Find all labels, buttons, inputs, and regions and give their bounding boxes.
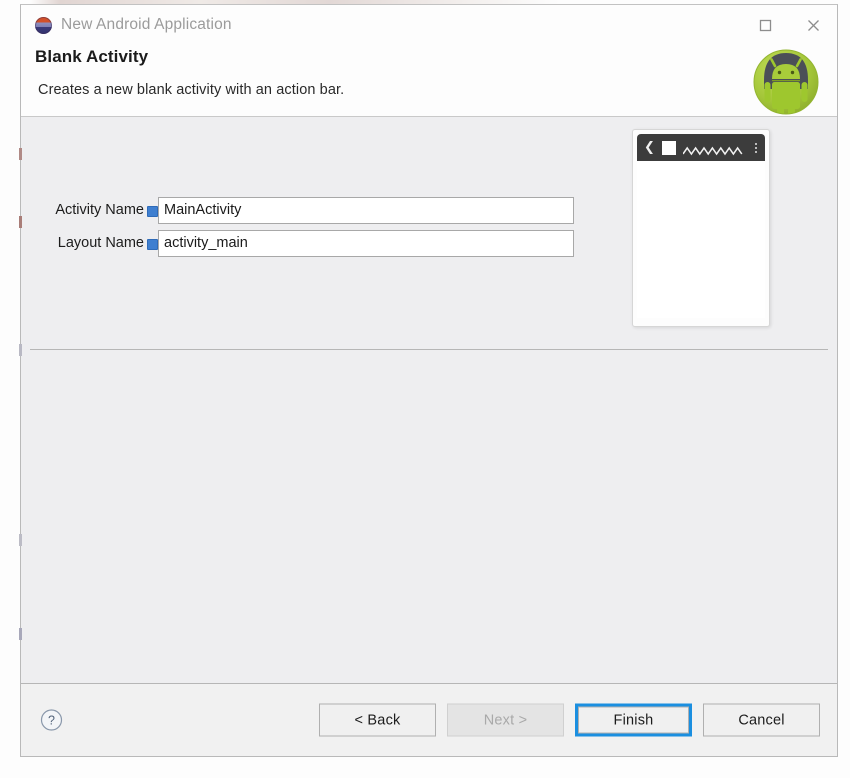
screen: New Android Application Blank Activity C… <box>0 0 850 778</box>
finish-button[interactable]: Finish <box>575 703 692 737</box>
form-row-layout-name: Layout Name <box>21 229 581 257</box>
layout-name-label-wrap: Layout Name <box>21 235 158 251</box>
back-button[interactable]: < Back <box>319 703 436 737</box>
cancel-button[interactable]: Cancel <box>703 703 820 737</box>
next-button: Next > <box>447 703 564 737</box>
activity-name-label-wrap: Activity Name <box>21 202 158 218</box>
dialog-button-bar: ? < Back Next > Finish Cancel <box>21 683 837 756</box>
svg-text:?: ? <box>48 714 55 728</box>
window-title: New Android Application <box>61 16 232 33</box>
edge-artifact <box>19 216 22 228</box>
page-title: Blank Activity <box>35 47 149 66</box>
dialog-titlebar: New Android Application <box>21 5 837 45</box>
close-button[interactable] <box>789 5 837 45</box>
dialog-body: Activity Name Layout Name ❮ <box>21 117 837 683</box>
help-button[interactable]: ? <box>40 709 63 732</box>
info-marker-icon[interactable] <box>147 205 158 217</box>
preview-content-area <box>637 161 765 318</box>
android-circle-icon <box>35 16 52 34</box>
preview-action-bar: ❮ <box>637 134 765 161</box>
activity-name-label: Activity Name <box>55 202 144 218</box>
edge-artifact <box>19 344 22 356</box>
page-description: Creates a new blank activity with an act… <box>38 82 345 98</box>
new-android-application-dialog: New Android Application Blank Activity C… <box>20 4 838 757</box>
dialog-header: Blank Activity Creates a new blank activ… <box>21 45 837 117</box>
android-mascot-icon <box>751 47 821 117</box>
edge-artifact <box>19 628 22 640</box>
edge-artifact <box>19 534 22 546</box>
layout-name-input[interactable] <box>158 229 574 257</box>
activity-form: Activity Name Layout Name <box>21 196 581 262</box>
titlebar-left: New Android Application <box>21 16 232 34</box>
maximize-button[interactable] <box>741 5 789 45</box>
edge-artifact <box>19 148 22 160</box>
section-divider <box>30 349 828 350</box>
app-square-icon <box>661 140 676 155</box>
info-marker-icon[interactable] <box>147 238 158 250</box>
chevron-left-icon: ❮ <box>644 140 655 155</box>
overflow-menu-icon <box>755 142 758 153</box>
window-controls <box>741 5 837 45</box>
form-row-activity-name: Activity Name <box>21 196 581 224</box>
activity-name-input[interactable] <box>158 196 574 224</box>
wizard-buttons: < Back Next > Finish Cancel <box>319 703 820 737</box>
activity-preview-thumbnail: ❮ <box>632 129 770 327</box>
layout-name-label: Layout Name <box>57 235 144 251</box>
zigzag-placeholder <box>682 143 748 155</box>
